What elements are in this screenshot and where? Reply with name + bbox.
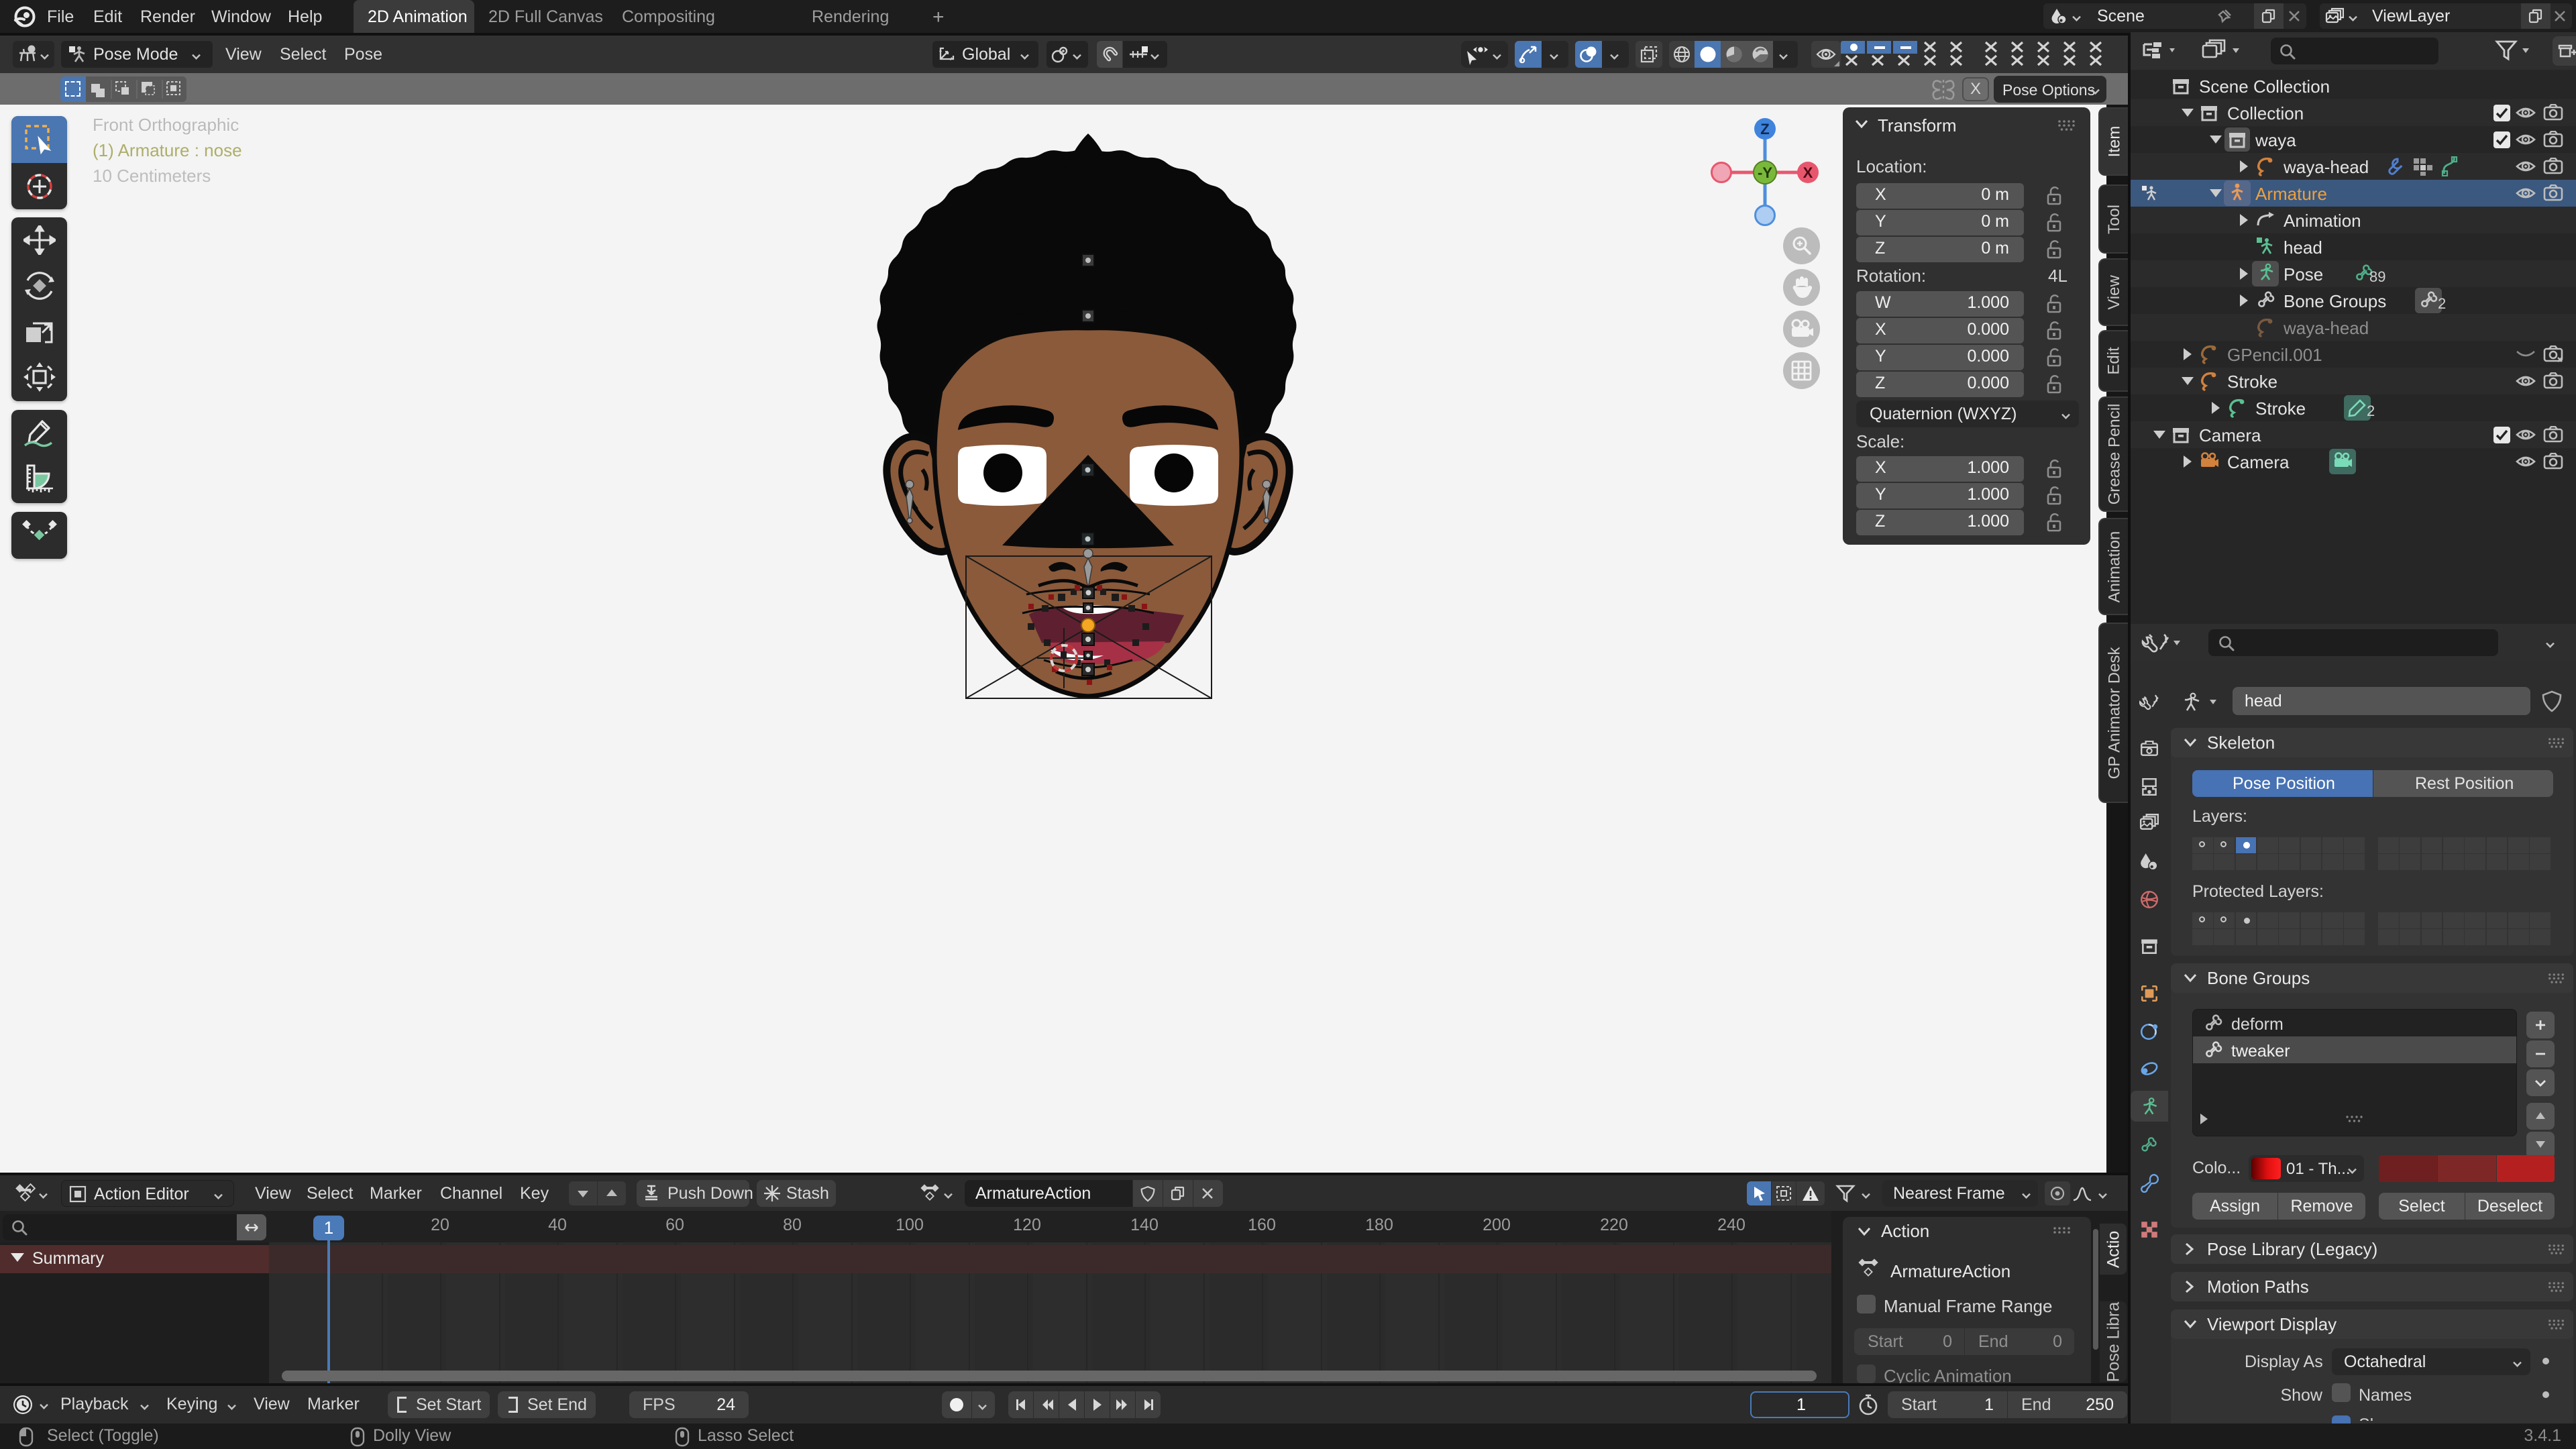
svg-text:-Y: -Y <box>1758 164 1772 181</box>
svg-text:Z: Z <box>1760 121 1769 138</box>
svg-text:X: X <box>1803 164 1813 181</box>
